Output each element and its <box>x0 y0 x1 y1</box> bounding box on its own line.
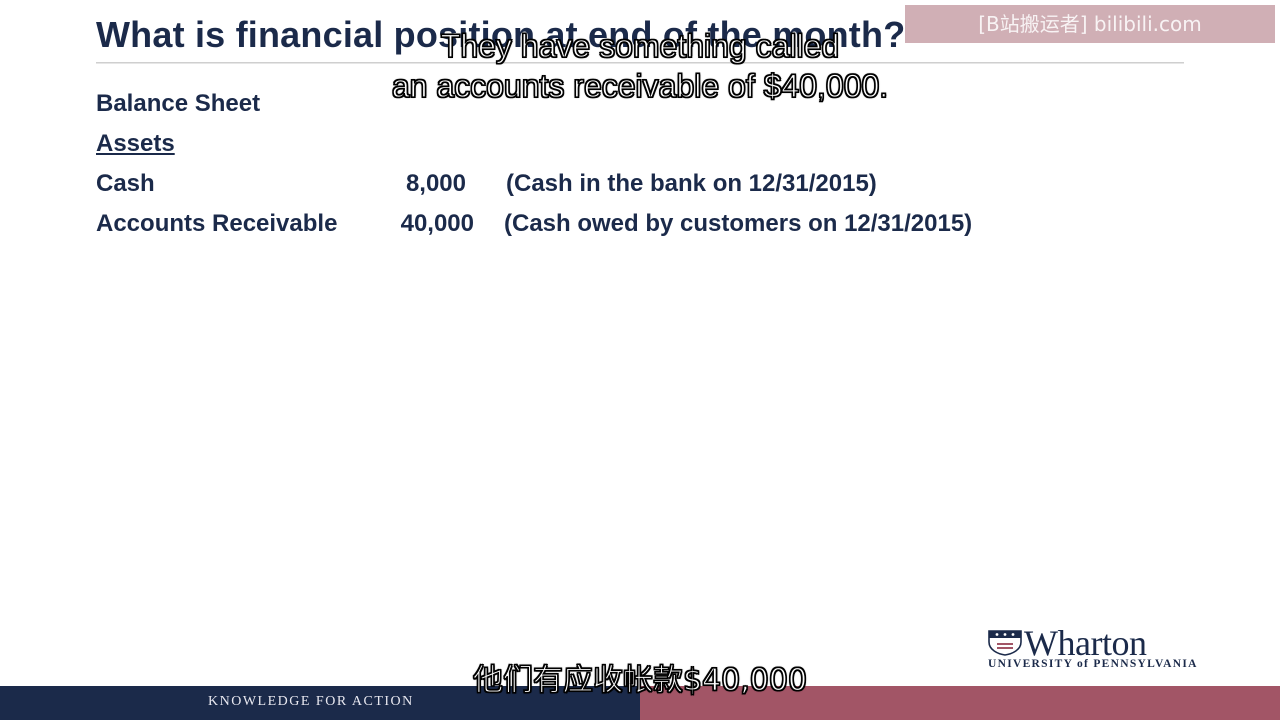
lecture-slide: What is financial position at end of the… <box>0 0 1280 720</box>
asset-amount: 40,000 <box>400 210 474 237</box>
asset-label: Cash <box>96 170 155 197</box>
asset-amount: 8,000 <box>405 170 466 197</box>
penn-shield-icon <box>988 630 1022 656</box>
asset-note: (Cash in the bank on 12/31/2015) <box>506 170 877 197</box>
asset-label: Accounts Receivable <box>96 210 338 237</box>
subtitle-english-line-1: They have something called <box>440 27 840 64</box>
subtitle-chinese: 他们有应收帐款$40,000 <box>472 662 808 698</box>
subtitle-english-line-2: an accounts receivable of $40,000. <box>391 67 889 104</box>
asset-note: (Cash owed by customers on 12/31/2015) <box>504 210 973 237</box>
assets-heading: Assets <box>96 130 175 157</box>
